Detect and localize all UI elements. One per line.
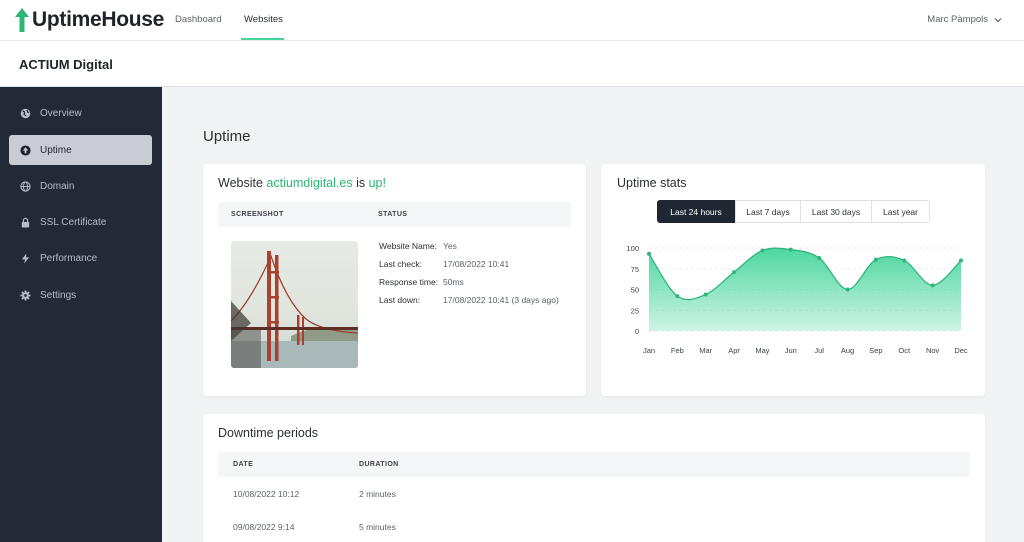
data-point[interactable] bbox=[873, 257, 878, 262]
status-value-last-check: 17/08/2022 10:41 bbox=[443, 259, 510, 269]
x-tick-label: Jul bbox=[814, 346, 824, 355]
data-point[interactable] bbox=[703, 292, 708, 297]
sidebar-item-label: Overview bbox=[40, 107, 82, 119]
range-last-year[interactable]: Last year bbox=[871, 200, 930, 223]
x-tick-label: Sep bbox=[869, 346, 882, 355]
status-title-prefix: Website bbox=[218, 176, 263, 190]
x-tick-label: Jun bbox=[785, 346, 797, 355]
y-tick-label: 75 bbox=[631, 265, 639, 274]
data-point[interactable] bbox=[817, 255, 822, 260]
uptime-area bbox=[649, 248, 961, 331]
stats-card-title: Uptime stats bbox=[617, 176, 687, 190]
status-label-response-time: Response time: bbox=[379, 277, 439, 287]
x-tick-label: Aug bbox=[841, 346, 854, 355]
col-status: STATUS bbox=[378, 211, 408, 218]
y-tick-label: 100 bbox=[626, 244, 639, 253]
brand-logo[interactable]: UptimeHouse bbox=[15, 8, 164, 32]
sidebar: Overview Uptime Domain SSL Certificate P… bbox=[0, 87, 162, 542]
globe-icon bbox=[20, 180, 31, 192]
website-state: up! bbox=[368, 176, 386, 190]
data-point[interactable] bbox=[959, 258, 963, 263]
sidebar-item-domain[interactable]: Domain bbox=[9, 171, 152, 201]
page-title: Uptime bbox=[203, 128, 251, 145]
website-screenshot[interactable] bbox=[231, 241, 358, 368]
x-tick-label: Dec bbox=[954, 346, 968, 355]
x-tick-label: Jan bbox=[643, 346, 655, 355]
uptime-area-chart: 0 25 50 75 100 Jan Feb Mar Apr May Jun Jul Aug Sep Oct… bbox=[626, 244, 968, 355]
sidebar-item-performance[interactable]: Performance bbox=[9, 243, 152, 273]
data-point[interactable] bbox=[930, 283, 935, 288]
y-tick-label: 50 bbox=[631, 286, 639, 295]
x-tick-label: May bbox=[755, 346, 769, 355]
x-tick-label: Apr bbox=[728, 346, 740, 355]
website-domain-link[interactable]: actiumdigital.es bbox=[266, 176, 352, 190]
nav-dashboard[interactable]: Dashboard bbox=[175, 14, 221, 25]
sidebar-item-label: Uptime bbox=[40, 144, 72, 156]
status-label-last-down: Last down: bbox=[379, 295, 421, 305]
nav-websites[interactable]: Websites bbox=[244, 14, 283, 25]
user-menu[interactable]: Marc Pàmpols bbox=[927, 14, 1002, 25]
y-tick-label: 0 bbox=[635, 327, 639, 336]
downtime-card bbox=[203, 414, 985, 542]
downtime-duration: 5 minutes bbox=[359, 522, 396, 532]
y-tick-label: 25 bbox=[631, 306, 639, 315]
x-tick-label: Feb bbox=[671, 346, 684, 355]
data-point[interactable] bbox=[675, 294, 680, 299]
downtime-table-header: DATE DURATION bbox=[218, 452, 970, 477]
active-nav-indicator bbox=[241, 38, 284, 40]
x-tick-label: Nov bbox=[926, 346, 940, 355]
col-date: DATE bbox=[233, 461, 254, 468]
brand-name: UptimeHouse bbox=[32, 8, 165, 31]
x-tick-label: Oct bbox=[898, 346, 911, 355]
arrow-up-circle-icon bbox=[20, 144, 31, 156]
globe-icon bbox=[20, 108, 31, 119]
sidebar-item-uptime[interactable]: Uptime bbox=[9, 135, 152, 165]
status-table-header: SCREENSHOT STATUS bbox=[218, 202, 571, 227]
chevron-down-icon bbox=[994, 17, 1002, 22]
status-value-website-name: Yes bbox=[443, 241, 457, 251]
data-point[interactable] bbox=[902, 258, 907, 263]
data-point[interactable] bbox=[647, 251, 651, 256]
sidebar-item-label: Settings bbox=[40, 289, 77, 301]
status-value-response-time: 50ms bbox=[443, 277, 464, 287]
range-last-30-days[interactable]: Last 30 days bbox=[800, 200, 872, 223]
downtime-duration: 2 minutes bbox=[359, 489, 396, 499]
sidebar-item-settings[interactable]: Settings bbox=[9, 280, 152, 310]
data-point[interactable] bbox=[788, 247, 793, 252]
arrow-up-logo-icon bbox=[15, 8, 29, 32]
sidebar-item-label: SSL Certificate bbox=[40, 216, 107, 228]
golden-gate-bridge-image bbox=[231, 241, 358, 368]
downtime-card-title: Downtime periods bbox=[218, 426, 319, 440]
status-label-last-check: Last check: bbox=[379, 259, 422, 269]
data-point[interactable] bbox=[845, 287, 850, 292]
sidebar-item-label: Domain bbox=[40, 180, 75, 192]
x-tick-label: Mar bbox=[699, 346, 712, 355]
status-value-last-down: 17/08/2022 10:41 (3 days ago) bbox=[443, 295, 559, 305]
status-label-website-name: Website Name: bbox=[379, 241, 437, 251]
range-last-7-days[interactable]: Last 7 days bbox=[735, 200, 801, 223]
data-point[interactable] bbox=[732, 270, 737, 275]
status-card-title: Website actiumdigital.es is up! bbox=[218, 176, 386, 190]
col-screenshot: SCREENSHOT bbox=[231, 211, 284, 218]
col-duration: DURATION bbox=[359, 461, 399, 468]
data-point[interactable] bbox=[760, 248, 765, 253]
top-navbar: UptimeHouse Dashboard Websites Marc Pàmp… bbox=[0, 0, 1024, 41]
user-name: Marc Pàmpols bbox=[927, 14, 988, 25]
site-header: ACTIUM Digital bbox=[0, 41, 1024, 87]
range-last-24-hours[interactable]: Last 24 hours bbox=[657, 200, 735, 223]
bolt-icon bbox=[20, 252, 31, 264]
gear-icon bbox=[20, 289, 31, 301]
downtime-date: 10/08/2022 10:12 bbox=[233, 489, 300, 499]
site-title: ACTIUM Digital bbox=[19, 57, 113, 72]
sidebar-item-ssl[interactable]: SSL Certificate bbox=[9, 207, 152, 237]
sidebar-item-label: Performance bbox=[40, 252, 98, 264]
sidebar-item-overview[interactable]: Overview bbox=[9, 98, 152, 128]
downtime-date: 09/08/2022 9:14 bbox=[233, 522, 295, 532]
lock-icon bbox=[20, 217, 31, 228]
status-title-mid: is bbox=[356, 176, 366, 190]
